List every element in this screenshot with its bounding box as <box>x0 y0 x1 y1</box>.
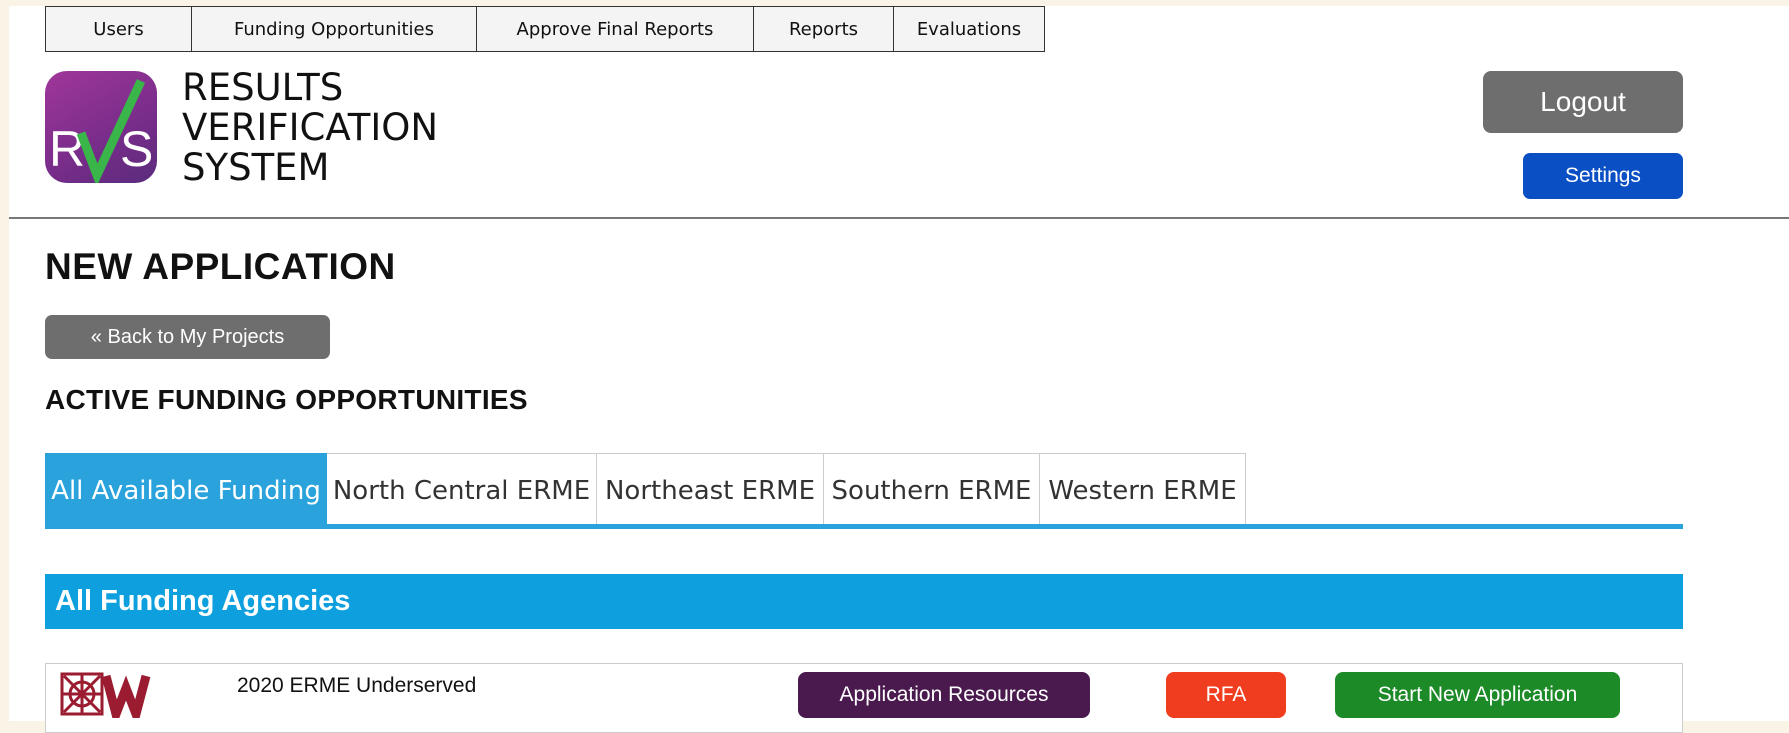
agency-section-header: All Funding Agencies <box>45 574 1683 629</box>
settings-button[interactable]: Settings <box>1523 153 1683 199</box>
uw-crest-w-icon <box>60 672 151 718</box>
top-nav: Users Funding Opportunities Approve Fina… <box>45 6 1045 52</box>
funding-opportunity-row: 2020 ERME Underserved Application Resour… <box>45 663 1683 733</box>
brand-line-3: SYSTEM <box>182 146 330 189</box>
svg-text:S: S <box>120 121 153 177</box>
nav-item-approve-final-reports[interactable]: Approve Final Reports <box>477 7 754 51</box>
back-to-projects-button[interactable]: « Back to My Projects <box>45 315 330 359</box>
nav-item-reports[interactable]: Reports <box>754 7 894 51</box>
logout-button[interactable]: Logout <box>1483 71 1683 133</box>
tab-north-central-erme[interactable]: North Central ERME <box>327 453 597 528</box>
start-new-application-button[interactable]: Start New Application <box>1335 672 1620 718</box>
section-title: ACTIVE FUNDING OPPORTUNITIES <box>45 384 528 415</box>
nav-item-evaluations[interactable]: Evaluations <box>894 7 1044 51</box>
brand-wordmark: RESULTS VERIFICATION SYSTEM <box>182 68 438 188</box>
nav-item-users[interactable]: Users <box>46 7 192 51</box>
tab-all-available-funding[interactable]: All Available Funding <box>45 453 327 528</box>
rvs-logo: R S <box>45 71 157 183</box>
header-divider <box>9 217 1789 219</box>
tab-western-erme[interactable]: Western ERME <box>1040 453 1246 528</box>
tabs-underline <box>45 524 1683 529</box>
tab-northeast-erme[interactable]: Northeast ERME <box>597 453 824 528</box>
svg-text:R: R <box>49 121 85 177</box>
region-tabs: All Available Funding North Central ERME… <box>45 453 1246 528</box>
brand-line-1: RESULTS <box>182 66 344 109</box>
page: Users Funding Opportunities Approve Fina… <box>0 0 1789 733</box>
tab-southern-erme[interactable]: Southern ERME <box>824 453 1040 528</box>
rvs-logo-icon: R S <box>49 79 153 183</box>
rfa-button[interactable]: RFA <box>1166 672 1286 718</box>
application-resources-button[interactable]: Application Resources <box>798 672 1090 718</box>
nav-item-funding-opportunities[interactable]: Funding Opportunities <box>192 7 477 51</box>
opportunity-name: 2020 ERME Underserved <box>237 674 477 697</box>
page-title: NEW APPLICATION <box>45 246 396 287</box>
brand-line-2: VERIFICATION <box>182 106 439 149</box>
left-margin <box>0 0 9 721</box>
agency-section-title: All Funding Agencies <box>55 585 351 617</box>
